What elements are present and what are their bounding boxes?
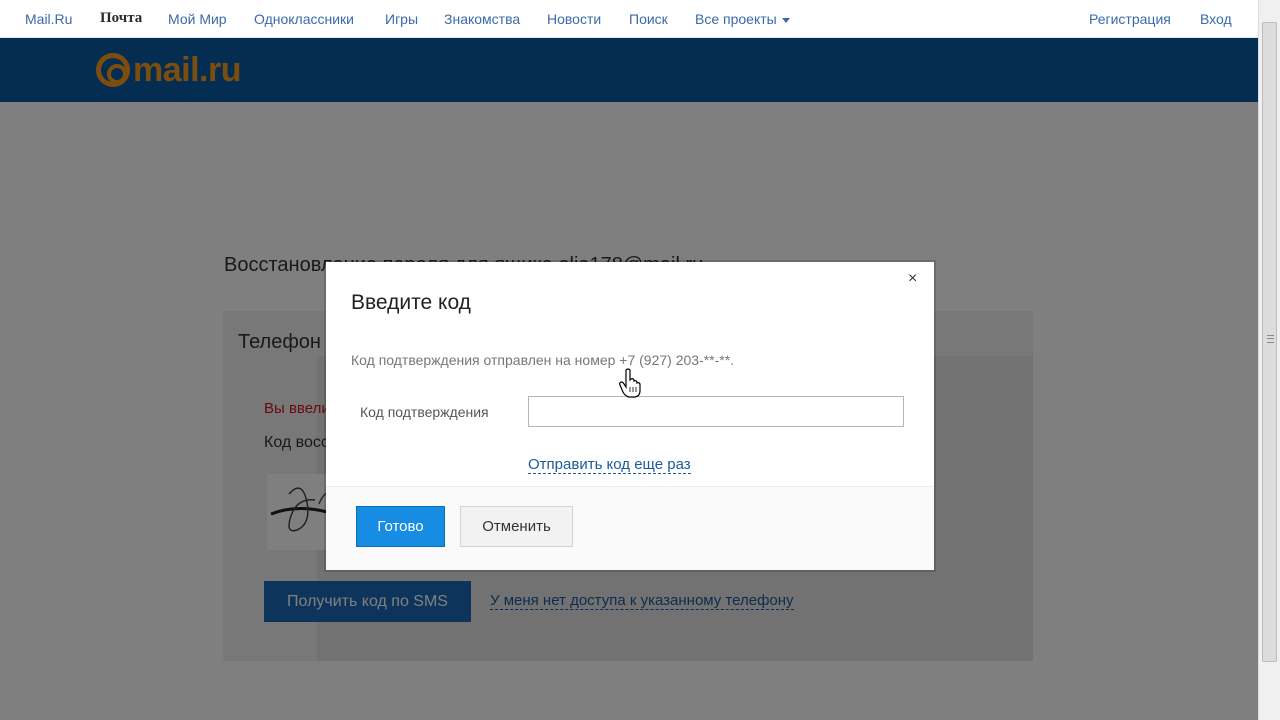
hand-cursor-icon	[619, 368, 641, 398]
nav-all-projects-label: Все проекты	[695, 11, 777, 27]
cancel-button[interactable]: Отменить	[460, 506, 573, 547]
confirmation-code-label: Код подтверждения	[360, 404, 489, 420]
grip-icon	[1267, 335, 1274, 343]
nav-dating[interactable]: Знакомства	[444, 11, 520, 27]
chevron-down-icon	[781, 17, 790, 23]
done-button[interactable]: Готово	[356, 506, 445, 547]
close-icon[interactable]: ×	[908, 271, 922, 287]
nav-mailru[interactable]: Mail.Ru	[25, 11, 72, 27]
vertical-scrollbar[interactable]	[1258, 0, 1280, 720]
nav-login[interactable]: Вход	[1200, 11, 1232, 27]
confirmation-code-input[interactable]	[528, 396, 904, 427]
nav-news[interactable]: Новости	[547, 11, 601, 27]
nav-mail[interactable]: Почта	[100, 10, 142, 27]
nav-my-world[interactable]: Мой Мир	[168, 11, 227, 27]
nav-games[interactable]: Игры	[385, 11, 418, 27]
dialog-message: Код подтверждения отправлен на номер +7 …	[351, 352, 735, 368]
nav-odnoklassniki[interactable]: Одноклассники	[254, 11, 354, 27]
nav-search[interactable]: Поиск	[629, 11, 668, 27]
enter-code-dialog: Введите код × Код подтверждения отправле…	[326, 262, 934, 570]
nav-all-projects[interactable]: Все проекты	[695, 11, 790, 27]
top-navigation: Mail.Ru Почта Мой Мир Одноклассники Игры…	[0, 0, 1258, 38]
dialog-title: Введите код	[351, 291, 471, 314]
nav-register[interactable]: Регистрация	[1089, 11, 1171, 27]
scrollbar-thumb[interactable]	[1262, 22, 1277, 662]
resend-code-link[interactable]: Отправить код еще раз	[528, 456, 691, 474]
